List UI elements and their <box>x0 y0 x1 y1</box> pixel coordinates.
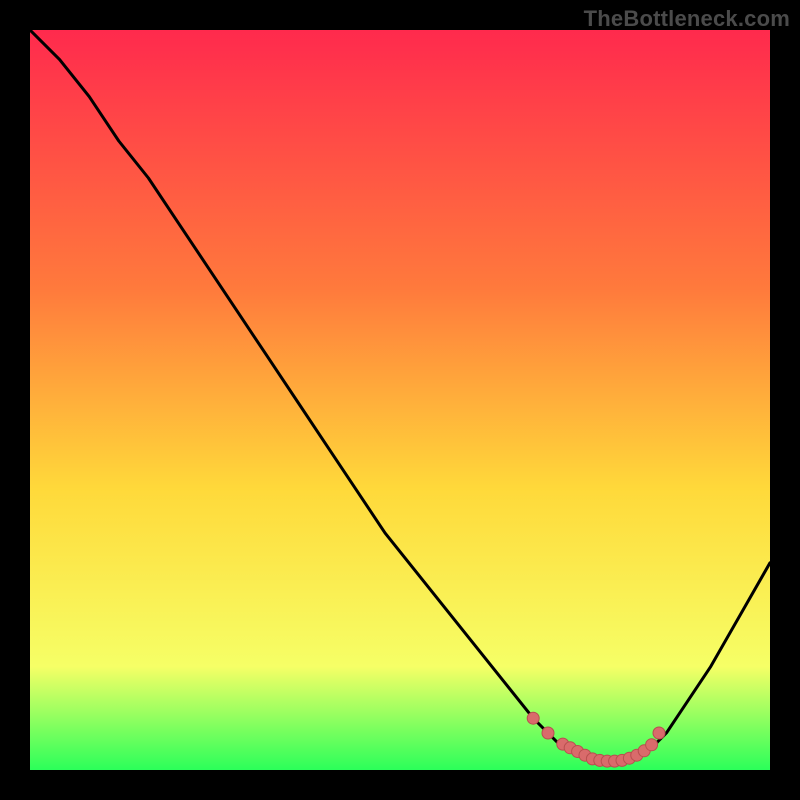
chart-frame <box>30 30 770 770</box>
marker-point <box>527 712 539 724</box>
bottleneck-chart <box>30 30 770 770</box>
watermark-text: TheBottleneck.com <box>584 6 790 32</box>
gradient-background <box>30 30 770 770</box>
marker-point <box>646 739 658 751</box>
marker-point <box>653 727 665 739</box>
marker-point <box>542 727 554 739</box>
